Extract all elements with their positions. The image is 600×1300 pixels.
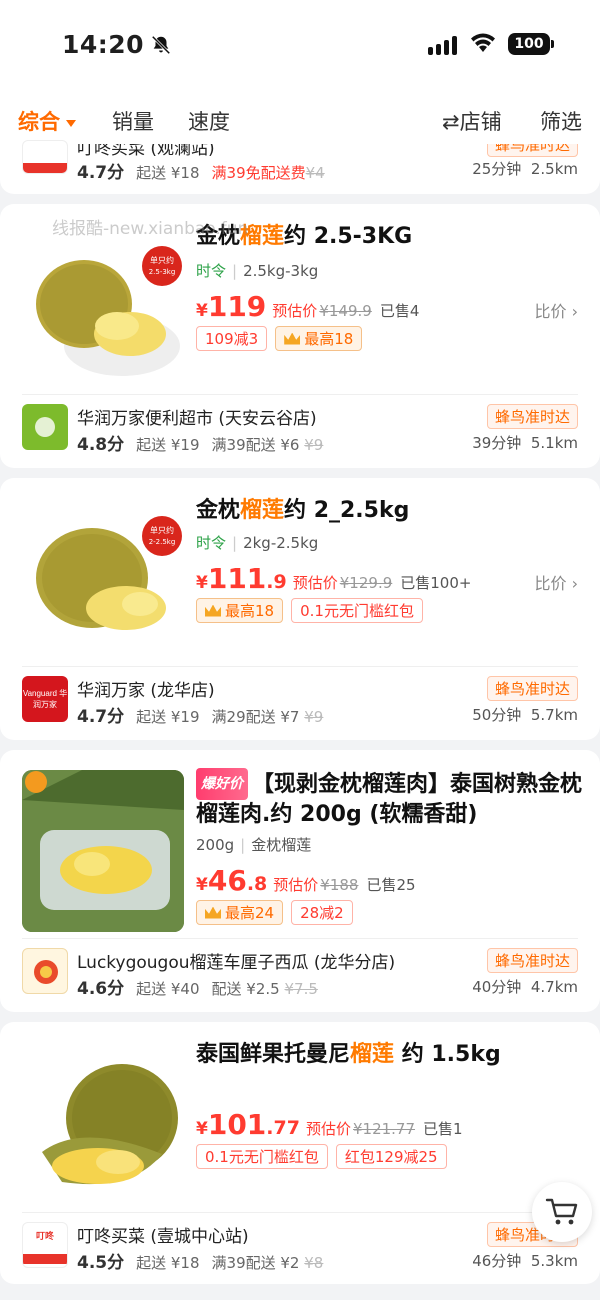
crown-icon [205,604,221,617]
delivery-badge: 蜂鸟准时达 [486,948,578,973]
tab-store-toggle[interactable]: ⇄店铺 [442,106,502,136]
divider [22,1212,578,1213]
battery-indicator: 100 [508,33,554,55]
tab-speed[interactable]: 速度 [188,106,230,136]
product-title[interactable]: 金枕榴莲约 2_2.5kg [196,496,582,526]
watermark: 线报酷-new.xianbao.fun [52,219,249,239]
promo-tags: 最高24 28减2 [196,900,353,925]
eta: 25分钟 2.5km [472,160,578,178]
promo-tags: 0.1元无门槛红包 红包129减25 [196,1144,447,1169]
price: ¥119 预估价 ¥149.9 已售4 [196,290,420,323]
rebate-tag: 最高18 [275,326,363,351]
product-image[interactable]: 单只约 2.5-3kg [22,226,184,388]
svg-text:单只约: 单只约 [150,255,174,265]
store-logo: Vanguard 华润万家 [22,676,68,722]
tab-filter[interactable]: 筛选 [540,106,582,136]
product-card[interactable]: 爆好价 【现剥金枕榴莲肉】泰国树熟金枕榴莲肉.约 200g (软糯香甜) 200g… [0,750,600,1012]
store-logo [22,404,68,450]
dingdong-logo [22,140,68,174]
status-bar: 14:20 100 [0,0,600,92]
hot-deal-badge: 爆好价 [196,768,248,800]
delivery-badge: 蜂鸟准时达 [486,676,578,701]
sort-bar: 综合 销量 速度 ⇄店铺 筛选 [0,92,600,144]
store-meta: 4.6分 起送 ¥40 配送 ¥2.5 ¥7.5 [77,979,318,999]
product-image[interactable] [22,770,184,932]
svg-text:单只约: 单只约 [150,525,174,535]
store-name[interactable]: 华润万家 (龙华店) [77,676,215,701]
discount-tag: 红包129减25 [335,1144,447,1169]
wifi-icon [471,33,495,52]
durian-image [42,1064,178,1185]
coupon-tag: 0.1元无门槛红包 [291,598,423,623]
coupon-tag: 0.1元无门槛红包 [196,1144,328,1169]
compare-price-link[interactable]: 比价 › [535,298,579,322]
promo-tags: 109减3 最高18 [196,326,363,351]
rebate-tag: 最高18 [196,598,284,623]
product-spec: 时令 | 2kg-2.5kg [196,534,319,552]
store-logo [22,948,68,994]
tab-comprehensive[interactable]: 综合 [18,106,76,136]
store-meta: 4.5分 起送 ¥18 满39配送 ¥2 ¥8 [77,1253,324,1273]
price: ¥101.77 预估价 ¥121.77 已售1 [196,1108,463,1141]
discount-tag: 109减3 [196,326,268,351]
product-spec: 时令 | 2.5kg-3kg [196,262,319,280]
crown-icon [205,906,221,919]
svg-text:2-2.5kg: 2-2.5kg [149,538,176,546]
divider [22,938,578,939]
product-title[interactable]: 金枕榴莲约 2.5-3KG [196,222,582,252]
caret-down-icon [66,119,76,127]
product-title[interactable]: 爆好价 【现剥金枕榴莲肉】泰国树熟金枕榴莲肉.约 200g (软糯香甜) [196,768,582,830]
discount-tag: 28减2 [291,900,353,925]
product-card[interactable]: 单只约 2.5-3kg 金枕榴莲约 2.5-3KG 时令 | 2.5kg-3kg ¥… [0,204,600,468]
store-meta: 4.7分 起送 ¥19 满29配送 ¥7 ¥9 [77,707,324,727]
store-name[interactable]: 华润万家便利超市 (天安云谷店) [77,404,317,429]
store-card-partial[interactable]: 叮咚买菜 (观澜站) 4.7分 起送 ¥18 满39免配送费¥4 蜂鸟准时达 2… [0,140,600,194]
store-name[interactable]: Luckygougou榴莲车厘子西瓜 (龙华分店) [77,948,395,973]
divider [22,666,578,667]
store-meta: 4.7分 起送 ¥18 满39免配送费¥4 [77,163,325,183]
cellular-signal-icon [428,36,457,55]
store-meta: 4.8分 起送 ¥19 满39配送 ¥6 ¥9 [77,435,324,455]
divider [22,394,578,395]
cart-button[interactable] [532,1182,592,1242]
product-image[interactable] [22,1042,184,1204]
product-card[interactable]: 单只约 2-2.5kg 金枕榴莲约 2_2.5kg 时令 | 2kg-2.5kg ¥… [0,478,600,740]
eta: 46分钟 5.3km [472,1252,578,1270]
eta: 50分钟 5.7km [472,706,578,724]
compare-price-link[interactable]: 比价 › [535,570,579,594]
product-spec: 200g | 金枕榴莲 [196,836,312,854]
eta: 40分钟 4.7km [472,978,578,996]
clock: 14:20 [62,30,172,59]
product-image[interactable]: 单只约 2-2.5kg [22,498,184,660]
price: ¥46.8 预估价 ¥188 已售25 [196,864,416,897]
crown-icon [284,332,301,345]
durian-image: 单只约 2.5-3kg [36,246,182,376]
delivery-badge: 蜂鸟准时达 [486,404,578,429]
store-name[interactable]: 叮咚买菜 (壹城中心站) [77,1222,249,1247]
tab-sales[interactable]: 销量 [112,106,154,136]
durian-flesh-box-image [22,770,184,932]
product-title[interactable]: 泰国鲜果托曼尼榴莲 约 1.5kg [196,1040,582,1070]
eta: 39分钟 5.1km [472,434,578,452]
dingdong-logo: 叮咚 [22,1222,68,1268]
rebate-tag: 最高24 [196,900,284,925]
promo-tags: 最高18 0.1元无门槛红包 [196,598,423,623]
svg-text:2.5-3kg: 2.5-3kg [149,268,176,276]
cart-icon [545,1198,578,1225]
price: ¥111.9 预估价 ¥129.9 已售100+ [196,562,472,595]
product-card[interactable]: 泰国鲜果托曼尼榴莲 约 1.5kg ¥101.77 预估价 ¥121.77 已售1 0… [0,1022,600,1284]
mute-bell-icon [151,35,171,54]
durian-image: 单只约 2-2.5kg [36,516,182,630]
